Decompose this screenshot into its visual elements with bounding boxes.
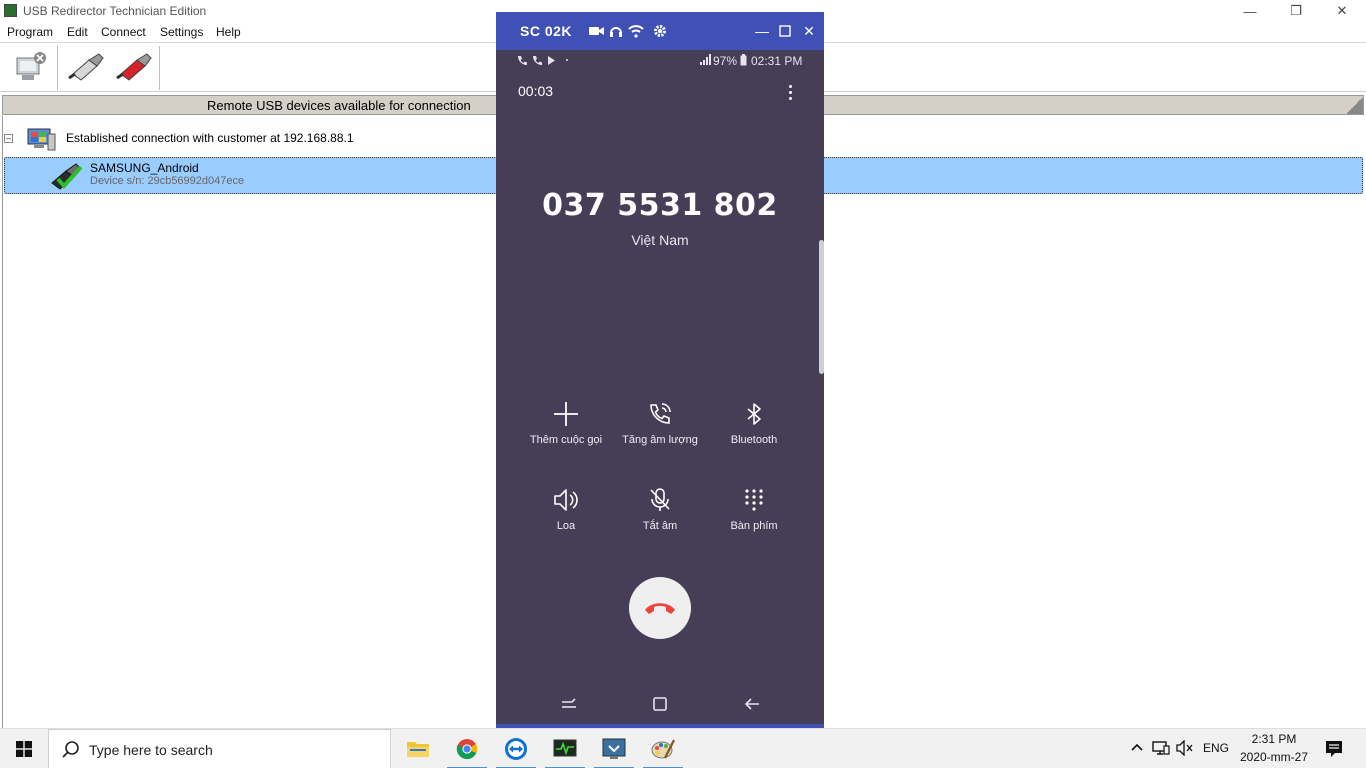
edge-panel-handle[interactable] <box>819 240 824 374</box>
teamviewer-icon <box>505 738 527 760</box>
phone-device-title: SC 02K <box>520 23 573 39</box>
menu-program[interactable]: Program <box>7 25 53 39</box>
more-options-icon[interactable] <box>782 80 798 104</box>
add-call-button[interactable]: Thêm cuộc gọi <box>516 400 616 460</box>
taskbar-search[interactable]: Type here to search <box>48 729 391 768</box>
mute-mic-icon <box>646 486 674 514</box>
mute-label: Tắt âm <box>642 520 678 532</box>
speaker-button[interactable]: Loa <box>516 486 616 546</box>
phone-number: 037 5531 802 <box>542 188 778 223</box>
folder-icon <box>407 742 429 757</box>
video-camera-icon[interactable] <box>588 22 606 40</box>
phone-maximize-button[interactable] <box>775 21 795 41</box>
keypad-button[interactable]: Bàn phím <box>704 486 804 546</box>
device-name: SAMSUNG_Android <box>90 161 199 175</box>
network-icon[interactable] <box>1152 740 1170 759</box>
device-serial: Device s/n: 29cb56992d047ece <box>90 175 245 187</box>
battery-icon <box>740 54 747 69</box>
paint-palette-icon <box>651 739 675 759</box>
phone-title-bar: SC 02K — ✕ <box>496 12 824 50</box>
header-corner <box>1347 96 1363 114</box>
search-placeholder: Type here to search <box>89 742 213 758</box>
disconnect-server-button[interactable] <box>8 47 52 87</box>
call-status-icons <box>516 54 572 69</box>
disconnect-device-button[interactable] <box>112 47 156 87</box>
phone-close-button[interactable]: ✕ <box>799 21 819 41</box>
taskbar-usb-redirector[interactable] <box>590 729 638 768</box>
customer-computer-icon <box>26 126 56 152</box>
connection-status[interactable]: Established connection with customer at … <box>66 131 354 145</box>
restore-button[interactable]: ❐ <box>1273 0 1319 22</box>
monitor-pulse-icon <box>553 739 577 757</box>
speaker-label: Loa <box>556 520 576 532</box>
usb-plug-red-icon <box>116 53 152 81</box>
phone-call-icon <box>518 56 568 65</box>
end-call-button[interactable] <box>629 577 691 639</box>
clock-time[interactable]: 2:31 PM <box>1239 732 1309 746</box>
headphones-icon[interactable] <box>607 22 625 40</box>
toolbar-separator <box>159 46 160 90</box>
start-button[interactable] <box>0 729 48 768</box>
mute-button[interactable]: Tắt âm <box>610 486 710 546</box>
phone-minimize-button[interactable]: — <box>752 21 772 41</box>
battery-percent: 97% <box>713 54 738 68</box>
back-icon[interactable] <box>742 694 762 714</box>
menu-edit[interactable]: Edit <box>67 25 88 39</box>
input-language[interactable]: ENG <box>1203 741 1229 755</box>
wifi-icon[interactable] <box>627 22 645 40</box>
clock-date[interactable]: 2020-mm-27 <box>1234 750 1314 764</box>
call-timer: 00:03 <box>518 83 554 99</box>
volume-up-button[interactable]: Tăng âm lượng <box>610 400 710 460</box>
menu-connect[interactable]: Connect <box>101 25 146 39</box>
toolbar-separator <box>57 46 58 90</box>
app-icon <box>4 4 17 17</box>
connect-device-button[interactable] <box>64 47 108 87</box>
taskbar-activity-monitor[interactable] <box>541 729 589 768</box>
taskbar-teamviewer[interactable] <box>492 729 540 768</box>
keypad-label: Bàn phím <box>730 520 778 532</box>
caller-country: Việt Nam <box>631 232 689 248</box>
volume-up-label: Tăng âm lượng <box>622 434 698 446</box>
tree-collapse-toggle[interactable]: – <box>4 134 13 143</box>
taskbar-paint[interactable] <box>639 729 687 768</box>
windows-logo-icon <box>16 741 32 757</box>
chrome-icon <box>456 739 478 760</box>
menu-settings[interactable]: Settings <box>160 25 203 39</box>
minimize-button[interactable]: — <box>1227 0 1273 22</box>
settings-gear-icon[interactable] <box>651 22 669 40</box>
add-call-label: Thêm cuộc gọi <box>529 434 603 446</box>
show-hidden-icons[interactable] <box>1130 740 1144 757</box>
end-call-icon <box>645 603 675 614</box>
speaker-icon <box>552 486 580 514</box>
home-icon[interactable] <box>650 694 670 714</box>
keypad-icon <box>740 486 768 514</box>
usb-plug-icon <box>68 53 104 81</box>
search-icon <box>62 741 79 758</box>
bluetooth-button[interactable]: Bluetooth <box>704 400 804 460</box>
taskbar-chrome[interactable] <box>443 729 491 768</box>
taskbar-file-explorer[interactable] <box>394 729 442 768</box>
close-button[interactable]: ✕ <box>1319 0 1365 22</box>
usb-device-connected-icon <box>48 161 84 191</box>
window-title: USB Redirector Technician Edition <box>23 4 207 18</box>
phone-mirror-window: SC 02K — ✕ 97% 02:31 PM 00:03 037 5531 8… <box>496 12 824 728</box>
bluetooth-label: Bluetooth <box>730 434 778 446</box>
bluetooth-icon <box>740 400 768 428</box>
computer-disconnect-icon <box>16 52 46 80</box>
volume-muted-icon[interactable] <box>1176 739 1194 759</box>
usb-redirector-icon <box>602 738 626 759</box>
plus-icon <box>552 400 580 428</box>
phone-volume-icon <box>646 400 674 428</box>
recent-apps-icon[interactable] <box>559 694 579 714</box>
menu-help[interactable]: Help <box>216 25 241 39</box>
action-center-icon[interactable] <box>1325 740 1343 761</box>
status-clock: 02:31 PM <box>751 54 803 68</box>
taskbar: Type here to search ENG 2:31 PM 2020-mm-… <box>0 728 1366 768</box>
signal-icon <box>699 54 711 69</box>
